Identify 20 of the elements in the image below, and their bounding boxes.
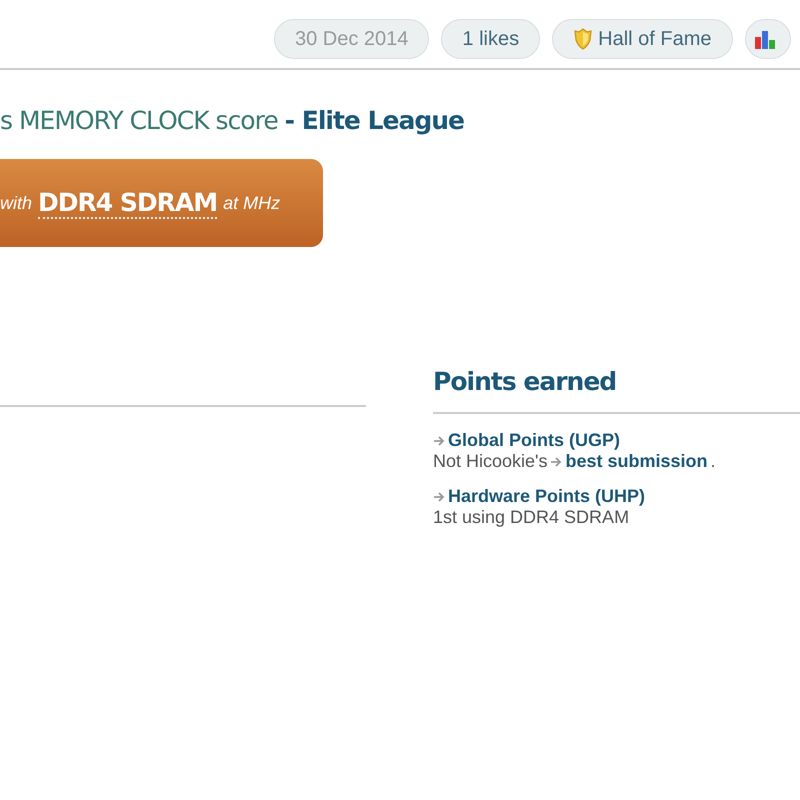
shield-icon bbox=[573, 28, 594, 50]
banner-text: at MHz bbox=[223, 192, 280, 214]
chart-pill[interactable] bbox=[744, 19, 790, 59]
arrow-icon bbox=[433, 436, 445, 446]
points-link[interactable]: Hardware Points (UHP) bbox=[448, 486, 646, 507]
note-text: Not Hicookie's bbox=[433, 451, 548, 472]
hall-of-fame-pill[interactable]: Hall of Fame bbox=[552, 19, 732, 59]
banner-text: with bbox=[0, 192, 32, 214]
points-link[interactable]: Global Points (UGP) bbox=[448, 430, 620, 451]
bar-chart-icon bbox=[754, 28, 776, 50]
note-text: . bbox=[710, 451, 716, 472]
submission-link[interactable]: best submission bbox=[565, 451, 708, 472]
arrow-icon bbox=[550, 456, 562, 466]
section-heading: Points earned bbox=[433, 367, 618, 396]
likes-pill[interactable]: 1 likes bbox=[441, 19, 540, 59]
arrow-icon bbox=[433, 492, 445, 502]
league-link[interactable]: - Elite League bbox=[284, 106, 464, 135]
date-pill: 30 Dec 2014 bbox=[274, 19, 430, 59]
note-text: 1st using DDR4 SDRAM bbox=[433, 507, 630, 528]
page-title: s MEMORY CLOCK score bbox=[0, 106, 278, 135]
